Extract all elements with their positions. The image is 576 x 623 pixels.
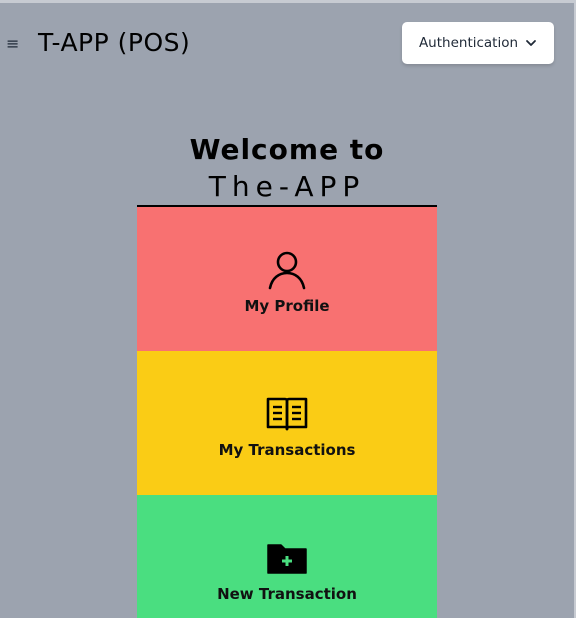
folder-plus-icon [267, 544, 307, 574]
my-transactions-tile[interactable]: My Transactions [137, 351, 437, 495]
app-frame: ≡ T-APP (POS) Authentication Welcome to … [0, 0, 576, 618]
app-title: T-APP (POS) [38, 28, 191, 57]
new-transaction-tile[interactable]: New Transaction [137, 495, 437, 618]
hamburger-menu-icon[interactable]: ≡ [6, 35, 22, 53]
my-transactions-label: My Transactions [218, 441, 356, 459]
app-name-heading: The-APP [208, 170, 366, 203]
menu-tiles: My Profile My Transactions New Transacti… [137, 205, 437, 618]
my-profile-tile[interactable]: My Profile [137, 207, 437, 351]
open-book-icon [266, 397, 308, 431]
new-transaction-label: New Transaction [217, 585, 357, 603]
user-icon [268, 251, 306, 290]
welcome-heading: Welcome to [189, 133, 385, 166]
authentication-dropdown-label: Authentication [418, 35, 519, 51]
my-profile-label: My Profile [244, 297, 330, 315]
chevron-down-icon [526, 40, 536, 46]
authentication-dropdown[interactable]: Authentication [402, 22, 554, 64]
